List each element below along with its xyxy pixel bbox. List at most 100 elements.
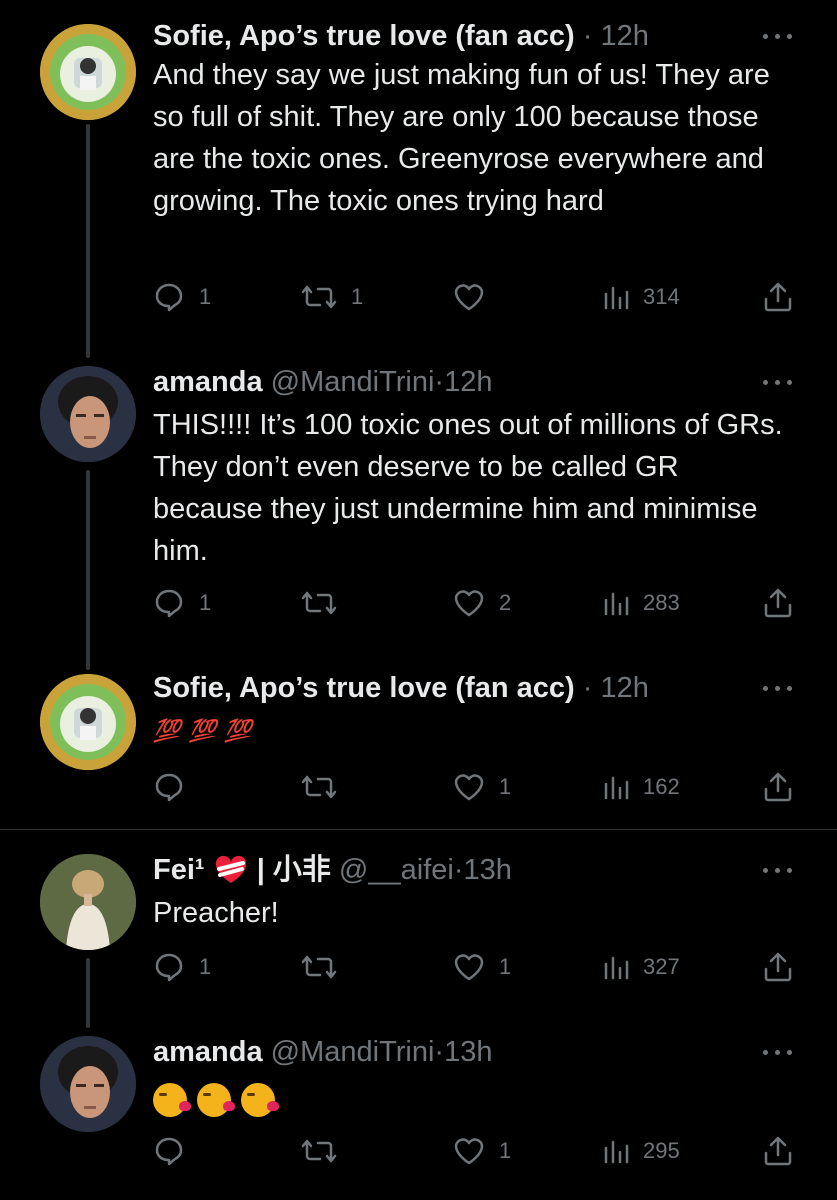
kissing-face-emoji-icon — [153, 1083, 191, 1118]
reply-button[interactable]: 1 — [153, 950, 211, 984]
more-options-icon[interactable] — [763, 378, 793, 388]
more-options-icon[interactable] — [763, 32, 793, 42]
more-options-icon[interactable] — [763, 1048, 793, 1058]
user-handle[interactable]: @MandiTrini — [271, 366, 435, 398]
timestamp[interactable]: 13h — [444, 1036, 492, 1068]
display-name[interactable]: Sofie, Apo’s true love (fan acc) — [153, 672, 575, 704]
retweet-icon — [301, 591, 337, 615]
like-button[interactable]: 2 — [453, 586, 511, 620]
views-icon — [604, 286, 629, 310]
like-count: 2 — [499, 590, 512, 615]
reply-count: 1 — [199, 284, 212, 309]
share-icon — [764, 1136, 792, 1166]
reply-button[interactable] — [153, 770, 199, 804]
like-button[interactable]: 1 — [453, 1134, 511, 1168]
avatar-image — [40, 674, 136, 770]
view-count: 327 — [643, 954, 680, 979]
share-icon — [764, 282, 792, 312]
share-button[interactable] — [763, 280, 793, 314]
views-button[interactable]: 295 — [603, 1134, 680, 1168]
retweet-icon — [301, 285, 337, 309]
user-handle[interactable]: @MandiTrini — [271, 1036, 435, 1068]
share-icon — [764, 952, 792, 982]
separator-dot: · — [582, 672, 593, 704]
tweet-header: Sofie, Apo’s true love (fan acc) · 12h — [153, 18, 649, 54]
avatar[interactable] — [40, 24, 136, 120]
separator-dot: · — [453, 854, 464, 886]
tweet-header: amanda @MandiTrini·13h — [153, 1034, 492, 1070]
timestamp[interactable]: 12h — [600, 672, 648, 704]
action-bar: 1 295 — [153, 1134, 803, 1168]
tweet-text: And they say we just making fun of us! T… — [153, 59, 770, 217]
retweet-icon — [301, 955, 337, 979]
timestamp[interactable]: 13h — [464, 854, 512, 886]
display-name[interactable]: Sofie, Apo’s true love (fan acc) — [153, 20, 575, 52]
share-icon — [764, 588, 792, 618]
view-count: 283 — [643, 590, 680, 615]
like-button[interactable]: 1 — [453, 950, 511, 984]
reply-count: 1 — [199, 954, 212, 979]
display-name[interactable]: amanda — [153, 366, 263, 398]
thread-line — [86, 470, 90, 670]
views-button[interactable]: 327 — [603, 950, 680, 984]
avatar[interactable] — [40, 1036, 136, 1132]
display-name-suffix[interactable]: | 小非 — [257, 854, 331, 886]
like-icon — [454, 954, 484, 981]
retweet-icon — [301, 775, 337, 799]
reply-icon — [155, 589, 183, 618]
avatar[interactable] — [40, 854, 136, 950]
reply-button[interactable] — [153, 1134, 199, 1168]
like-count: 1 — [499, 1138, 512, 1163]
tweet-header: Fei¹ | 小非 @__aifei·13h — [153, 852, 512, 888]
separator-dot: · — [582, 20, 593, 52]
retweet-icon — [301, 1139, 337, 1163]
retweet-button[interactable] — [301, 770, 351, 804]
views-button[interactable]: 162 — [603, 770, 680, 804]
retweet-button[interactable] — [301, 950, 351, 984]
tweet-header: amanda @MandiTrini·12h — [153, 364, 492, 400]
display-name[interactable]: amanda — [153, 1036, 263, 1068]
reply-icon — [155, 283, 183, 312]
retweet-count: 1 — [351, 284, 364, 309]
avatar[interactable] — [40, 366, 136, 462]
more-options-icon[interactable] — [763, 684, 793, 694]
avatar[interactable] — [40, 674, 136, 770]
timestamp[interactable]: 12h — [444, 366, 492, 398]
avatar-image — [40, 366, 136, 462]
like-button[interactable]: 1 — [453, 770, 511, 804]
separator-dot: · — [434, 1036, 445, 1068]
avatar-image — [40, 854, 136, 950]
avatar-image — [40, 24, 136, 120]
user-handle[interactable]: @__aifei — [339, 854, 454, 886]
tweet-text: Preacher! — [153, 897, 279, 929]
display-name[interactable]: Fei¹ — [153, 854, 205, 886]
views-button[interactable]: 283 — [603, 586, 680, 620]
retweet-button[interactable] — [301, 586, 351, 620]
view-count: 314 — [643, 284, 680, 309]
kissing-face-emoji-icon — [241, 1083, 279, 1118]
reply-button[interactable]: 1 — [153, 280, 211, 314]
more-options-icon[interactable] — [763, 866, 793, 876]
timestamp[interactable]: 12h — [600, 20, 648, 52]
views-icon — [604, 592, 629, 616]
thread-divider — [0, 829, 837, 830]
tweet-text — [153, 1078, 793, 1120]
like-icon — [454, 1138, 484, 1165]
like-icon — [454, 284, 484, 311]
like-count: 1 — [499, 774, 512, 799]
share-button[interactable] — [763, 586, 793, 620]
thread-line — [86, 124, 90, 358]
retweet-button[interactable]: 1 — [301, 280, 363, 314]
share-button[interactable] — [763, 1134, 793, 1168]
reply-button[interactable]: 1 — [153, 586, 211, 620]
reply-icon — [155, 773, 183, 802]
reply-count: 1 — [199, 590, 212, 615]
retweet-button[interactable] — [301, 1134, 351, 1168]
view-count: 295 — [643, 1138, 680, 1163]
separator-dot: · — [434, 366, 445, 398]
like-button[interactable] — [453, 280, 499, 314]
share-button[interactable] — [763, 950, 793, 984]
share-button[interactable] — [763, 770, 793, 804]
views-icon — [604, 956, 629, 980]
views-button[interactable]: 314 — [603, 280, 680, 314]
